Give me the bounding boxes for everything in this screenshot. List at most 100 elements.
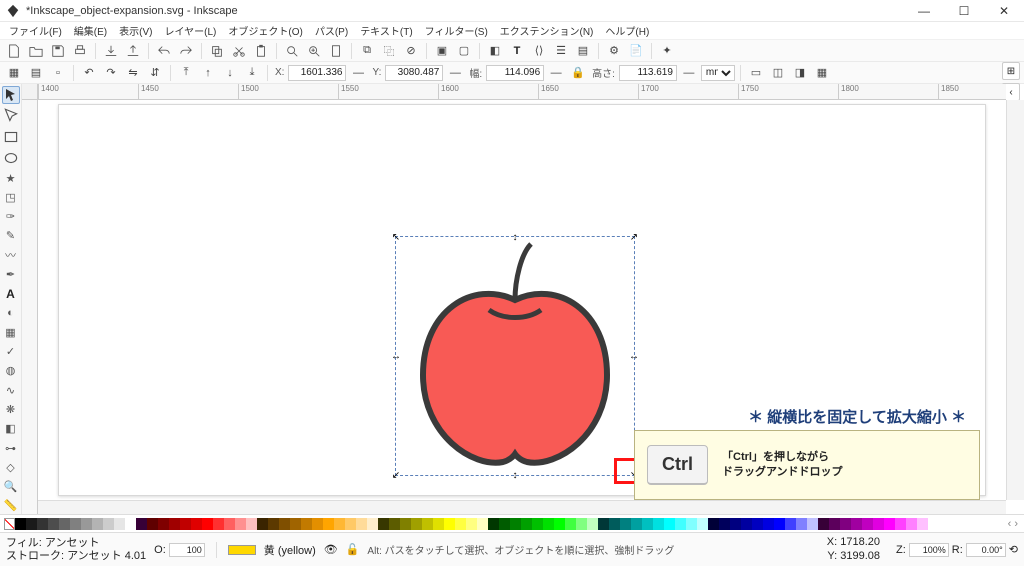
swatch[interactable] bbox=[26, 518, 37, 530]
swatch[interactable] bbox=[873, 518, 884, 530]
import-icon[interactable] bbox=[101, 42, 121, 60]
y-spin-icon[interactable]: — bbox=[445, 64, 465, 82]
swatch[interactable] bbox=[510, 518, 521, 530]
swatch[interactable] bbox=[851, 518, 862, 530]
ungroup-icon[interactable]: ▢ bbox=[454, 42, 474, 60]
swatch[interactable] bbox=[169, 518, 180, 530]
calligraphy-tool-icon[interactable]: ✒ bbox=[2, 266, 20, 282]
swatch[interactable] bbox=[235, 518, 246, 530]
menu-filter[interactable]: フィルター(S) bbox=[420, 21, 493, 40]
maximize-button[interactable]: ☐ bbox=[944, 0, 984, 22]
selector-tool-icon[interactable] bbox=[2, 86, 20, 104]
layer-visibility-icon[interactable]: 👁 bbox=[324, 543, 338, 556]
menu-file[interactable]: ファイル(F) bbox=[4, 21, 67, 40]
swatch[interactable] bbox=[686, 518, 697, 530]
swatch[interactable] bbox=[422, 518, 433, 530]
swatch[interactable] bbox=[180, 518, 191, 530]
clone-icon[interactable]: ⿻ bbox=[379, 42, 399, 60]
rotation-input[interactable] bbox=[966, 543, 1006, 557]
swatch[interactable] bbox=[906, 518, 917, 530]
print-icon[interactable] bbox=[70, 42, 90, 60]
h-input[interactable] bbox=[619, 65, 677, 81]
ellipse-tool-icon[interactable] bbox=[2, 149, 20, 167]
fillstroke-icon[interactable]: ◧ bbox=[485, 42, 505, 60]
mesh-tool-icon[interactable]: ▦ bbox=[2, 324, 20, 340]
menu-edit[interactable]: 編集(E) bbox=[69, 21, 112, 40]
export-icon[interactable] bbox=[123, 42, 143, 60]
select-layer-icon[interactable]: ▤ bbox=[26, 64, 46, 82]
scrollbar-vertical[interactable] bbox=[1006, 100, 1024, 500]
lock-ratio-icon[interactable]: 🔒 bbox=[568, 64, 588, 82]
swatch[interactable] bbox=[70, 518, 81, 530]
swatch[interactable] bbox=[543, 518, 554, 530]
undo-icon[interactable] bbox=[154, 42, 174, 60]
current-swatch[interactable] bbox=[228, 545, 256, 555]
swatch[interactable] bbox=[411, 518, 422, 530]
swatch[interactable] bbox=[158, 518, 169, 530]
align-icon[interactable]: ▤ bbox=[573, 42, 593, 60]
swatch[interactable] bbox=[92, 518, 103, 530]
swatch[interactable] bbox=[290, 518, 301, 530]
swatch[interactable] bbox=[202, 518, 213, 530]
text-tool-icon[interactable]: A bbox=[2, 286, 20, 302]
ruler-vertical[interactable] bbox=[22, 100, 38, 514]
swatch[interactable] bbox=[620, 518, 631, 530]
swatch[interactable] bbox=[884, 518, 895, 530]
swatch[interactable] bbox=[587, 518, 598, 530]
y-input[interactable] bbox=[385, 65, 443, 81]
zoom-input[interactable] bbox=[909, 543, 949, 557]
swatch[interactable] bbox=[136, 518, 147, 530]
x-spin-icon[interactable]: — bbox=[348, 64, 368, 82]
swatch[interactable] bbox=[741, 518, 752, 530]
swatch[interactable] bbox=[378, 518, 389, 530]
h-spin-icon[interactable]: — bbox=[679, 64, 699, 82]
scale-corners-icon[interactable]: ◫ bbox=[768, 64, 788, 82]
swatch[interactable] bbox=[917, 518, 928, 530]
swatch[interactable] bbox=[598, 518, 609, 530]
swatch[interactable] bbox=[114, 518, 125, 530]
swatch[interactable] bbox=[323, 518, 334, 530]
scale-stroke-icon[interactable]: ▭ bbox=[746, 64, 766, 82]
tweak-tool-icon[interactable]: ∿ bbox=[2, 382, 20, 398]
w-spin-icon[interactable]: — bbox=[546, 64, 566, 82]
menu-help[interactable]: ヘルプ(H) bbox=[600, 21, 654, 40]
swatch[interactable] bbox=[763, 518, 774, 530]
swatch[interactable] bbox=[367, 518, 378, 530]
swatch[interactable] bbox=[125, 518, 136, 530]
handle-w[interactable]: ↔ bbox=[391, 351, 401, 361]
swatch[interactable] bbox=[609, 518, 620, 530]
swatch[interactable] bbox=[400, 518, 411, 530]
swatch[interactable] bbox=[37, 518, 48, 530]
lower-icon[interactable]: ↓ bbox=[220, 64, 240, 82]
swatch[interactable] bbox=[213, 518, 224, 530]
swatch[interactable] bbox=[257, 518, 268, 530]
swatch-none[interactable] bbox=[4, 518, 15, 530]
deselect-icon[interactable]: ▫ bbox=[48, 64, 68, 82]
swatch[interactable] bbox=[521, 518, 532, 530]
flip-v-icon[interactable]: ⇵ bbox=[145, 64, 165, 82]
zoom-tool-icon[interactable]: 🔍 bbox=[2, 479, 20, 495]
swatch[interactable] bbox=[565, 518, 576, 530]
tools-icon[interactable]: ✦ bbox=[657, 42, 677, 60]
raise-icon[interactable]: ↑ bbox=[198, 64, 218, 82]
swatch[interactable] bbox=[664, 518, 675, 530]
measure-tool-icon[interactable]: 📏 bbox=[2, 498, 20, 514]
swatch[interactable] bbox=[147, 518, 158, 530]
swatch[interactable] bbox=[488, 518, 499, 530]
spray-tool-icon[interactable]: ❋ bbox=[2, 401, 20, 417]
handle-nw[interactable]: ↖ bbox=[391, 232, 401, 242]
swatch[interactable] bbox=[631, 518, 642, 530]
swatch[interactable] bbox=[576, 518, 587, 530]
flip-h-icon[interactable]: ⇋ bbox=[123, 64, 143, 82]
rect-tool-icon[interactable] bbox=[2, 128, 20, 146]
apple-object[interactable] bbox=[403, 240, 627, 472]
swatch[interactable] bbox=[356, 518, 367, 530]
xml-icon[interactable]: ⟨⟩ bbox=[529, 42, 549, 60]
cut-icon[interactable] bbox=[229, 42, 249, 60]
swatch[interactable] bbox=[807, 518, 818, 530]
swatch[interactable] bbox=[796, 518, 807, 530]
swatch[interactable] bbox=[774, 518, 785, 530]
menu-extension[interactable]: エクステンション(N) bbox=[495, 21, 599, 40]
move-pattern-icon[interactable]: ▦ bbox=[812, 64, 832, 82]
redo-icon[interactable] bbox=[176, 42, 196, 60]
